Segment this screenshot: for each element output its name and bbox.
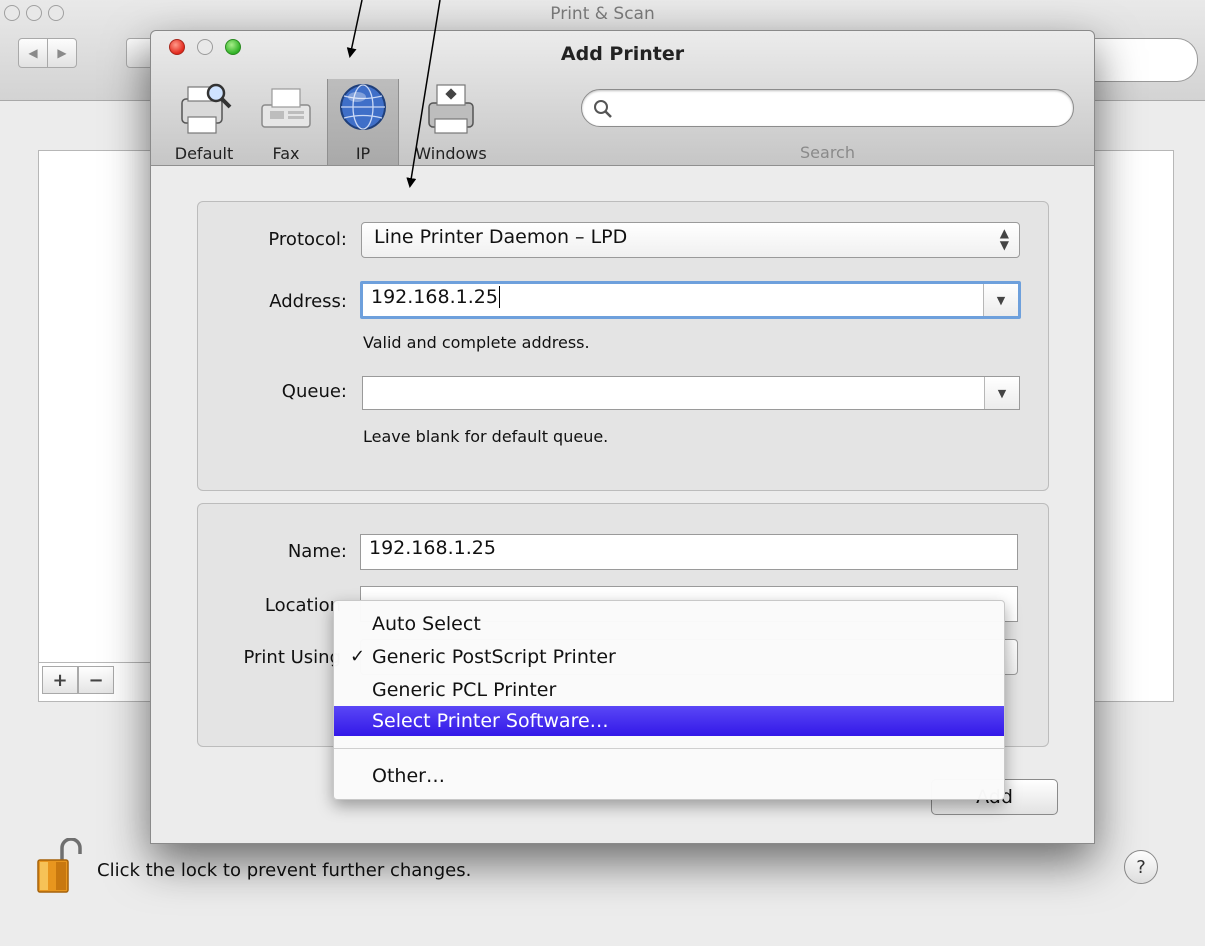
queue-label: Queue: — [281, 381, 347, 402]
tab-default-label: Default — [174, 144, 234, 163]
back-button[interactable]: ◀ — [18, 38, 48, 68]
search-icon — [594, 100, 612, 118]
globe-icon — [340, 84, 386, 130]
printer-search-icon — [181, 83, 232, 134]
windows-printer-icon — [428, 84, 474, 134]
forward-button[interactable]: ▶ — [47, 38, 77, 68]
tab-windows-label: Windows — [415, 144, 487, 163]
help-button[interactable]: ? — [1124, 850, 1158, 884]
tab-ip-label: IP — [355, 144, 371, 163]
updown-arrows-icon: ▲ ▼ — [999, 226, 1009, 252]
print-using-label: Print Using — [243, 647, 341, 668]
protocol-popup[interactable]: Line Printer Daemon – LPD ▲ ▼ — [361, 222, 1020, 258]
checkmark-icon: ✓ — [350, 646, 366, 667]
menu-item-generic-pcl[interactable]: Generic PCL Printer — [334, 675, 1004, 705]
tab-fax-label: Fax — [272, 144, 300, 163]
bg-window-title: Print & Scan — [550, 4, 655, 24]
tab-fax[interactable]: Fax — [249, 79, 323, 165]
menu-item-other[interactable]: Other… — [334, 761, 1004, 791]
menu-item-label: Select Printer Software… — [372, 710, 609, 732]
address-combo[interactable]: 192.168.1.25 ▼ — [360, 281, 1021, 319]
forward-icon: ▶ — [57, 46, 67, 60]
print-using-menu: Auto Select ✓ Generic PostScript Printer… — [333, 600, 1005, 800]
fax-icon — [261, 88, 311, 128]
tab-default[interactable]: Default — [163, 79, 245, 165]
menu-separator — [334, 748, 1004, 749]
protocol-value: Line Printer Daemon – LPD — [374, 226, 628, 248]
remove-printer-button[interactable]: − — [78, 666, 114, 694]
chevron-down-icon: ▼ — [997, 386, 1007, 400]
add-printer-button[interactable]: + — [42, 666, 78, 694]
minus-icon: − — [88, 669, 104, 691]
queue-dropdown-arrow[interactable]: ▼ — [984, 377, 1019, 409]
name-input[interactable]: 192.168.1.25 — [360, 534, 1018, 570]
name-label: Name: — [287, 541, 347, 562]
tab-windows[interactable]: Windows — [403, 79, 499, 165]
queue-combo[interactable]: ▼ — [362, 376, 1020, 410]
show-all-button[interactable] — [126, 38, 152, 68]
dialog-title: Add Printer — [560, 43, 685, 65]
address-label: Address: — [269, 291, 347, 312]
plus-icon: + — [52, 669, 68, 691]
menu-item-label: Auto Select — [372, 613, 481, 635]
location-label: Location — [264, 595, 341, 616]
back-icon: ◀ — [28, 46, 38, 60]
address-input[interactable]: 192.168.1.25 — [371, 286, 498, 308]
tab-ip[interactable]: IP — [327, 79, 399, 165]
queue-hint: Leave blank for default queue. — [363, 427, 609, 446]
protocol-label: Protocol: — [268, 229, 347, 250]
menu-item-label: Generic PCL Printer — [372, 679, 557, 701]
bg-search-field[interactable] — [1090, 38, 1198, 82]
menu-item-label: Generic PostScript Printer — [372, 646, 616, 668]
unlocked-lock-icon[interactable] — [36, 838, 86, 894]
menu-item-label: Other… — [372, 765, 445, 787]
lock-message: Click the lock to prevent further change… — [97, 860, 472, 881]
menu-item-generic-postscript[interactable]: ✓ Generic PostScript Printer — [334, 642, 1004, 672]
search-label: Search — [800, 143, 855, 162]
address-hint: Valid and complete address. — [363, 333, 590, 352]
address-dropdown-arrow[interactable]: ▼ — [983, 284, 1018, 316]
menu-item-select-printer-software[interactable]: Select Printer Software… — [334, 706, 1004, 736]
chevron-down-icon: ▼ — [996, 293, 1006, 307]
printer-search-input[interactable] — [581, 89, 1074, 127]
help-icon: ? — [1136, 856, 1146, 878]
menu-item-auto-select[interactable]: Auto Select — [334, 609, 1004, 639]
